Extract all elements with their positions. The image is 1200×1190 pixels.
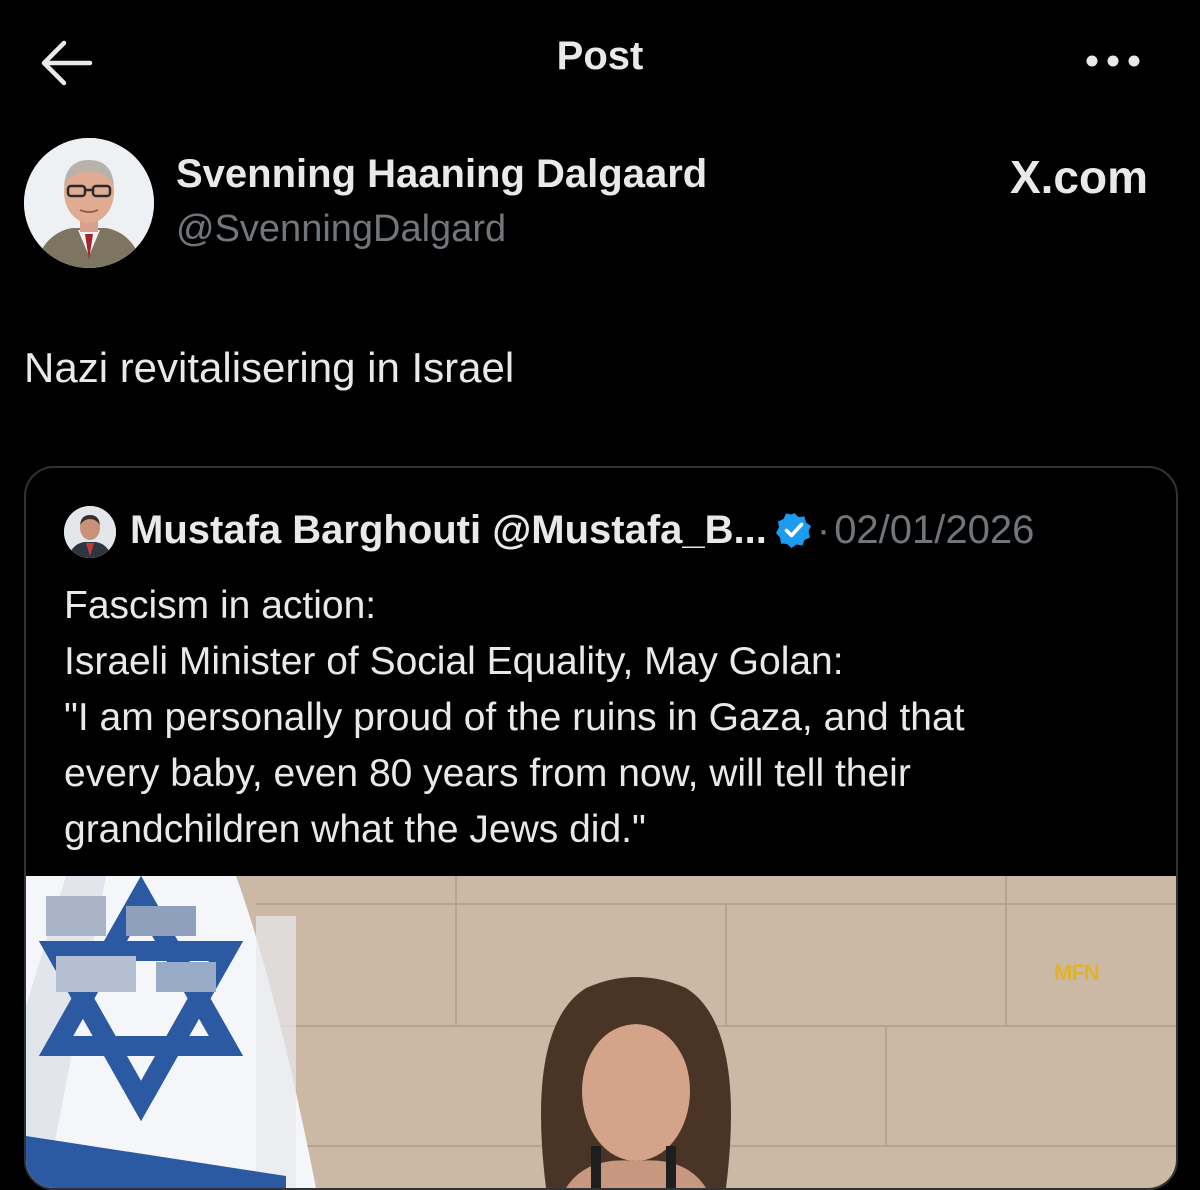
- quoted-text-line: Israeli Minister of Social Equality, May…: [64, 640, 844, 683]
- video-thumbnail-image: [26, 875, 1176, 1188]
- post-text: Nazi revitalisering in Israel: [24, 344, 515, 391]
- quoted-post-video[interactable]: MFN: [26, 875, 1176, 1188]
- meta-separator: ·: [816, 508, 831, 552]
- video-watermark: MFN: [1054, 960, 1100, 985]
- quoted-post-date[interactable]: 02/01/2026: [834, 508, 1034, 552]
- verified-badge-icon: [775, 511, 813, 549]
- quoted-author-portrait-image: [64, 506, 116, 558]
- top-bar: Post: [0, 0, 1200, 120]
- author-handle[interactable]: @SvenningDalgard: [176, 208, 506, 251]
- quoted-author-name[interactable]: Mustafa Barghouti: [130, 508, 481, 552]
- author-portrait-image: [24, 138, 154, 268]
- more-horizontal-icon: [1086, 55, 1140, 67]
- quoted-post-header: Mustafa Barghouti @Mustafa_B... · 02/01/2…: [130, 508, 1034, 553]
- quoted-post-text: Fascism in action: Israeli Minister of S…: [64, 578, 1144, 858]
- author-avatar[interactable]: [24, 138, 154, 268]
- quoted-author-handle[interactable]: @Mustafa_B...: [492, 508, 767, 552]
- quoted-text-line: every baby, even 80 years from now, will…: [64, 752, 911, 795]
- author-name[interactable]: Svenning Haaning Dalgaard: [176, 152, 707, 197]
- quoted-text-line: "I am personally proud of the ruins in G…: [64, 696, 965, 739]
- quoted-post[interactable]: Mustafa Barghouti @Mustafa_B... · 02/01/2…: [24, 466, 1178, 1190]
- quoted-text-line: grandchildren what the Jews did.": [64, 808, 646, 851]
- page-title: Post: [556, 34, 644, 78]
- site-watermark: X.com: [1009, 151, 1148, 203]
- more-options-button[interactable]: [1080, 44, 1146, 78]
- quoted-author-avatar[interactable]: [64, 506, 116, 558]
- quoted-text-line: Fascism in action:: [64, 584, 377, 627]
